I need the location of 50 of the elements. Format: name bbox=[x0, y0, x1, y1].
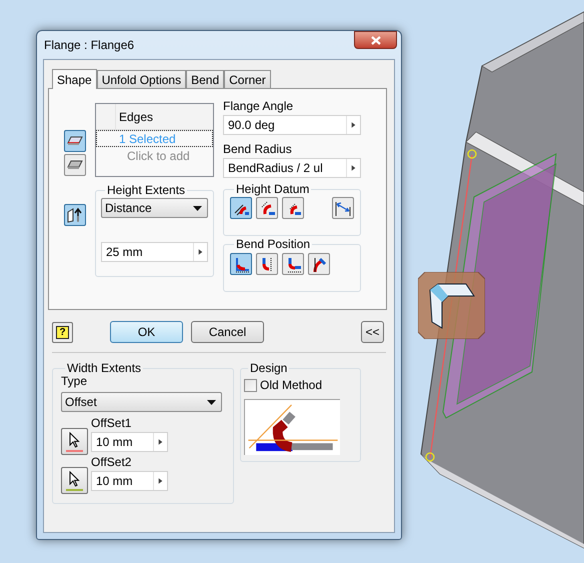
offset-field[interactable]: 10 mm bbox=[91, 432, 168, 452]
dropdown[interactable]: Distance bbox=[101, 198, 208, 218]
group-title: Height Datum bbox=[235, 183, 310, 195]
caret-icon bbox=[207, 400, 216, 404]
flip-arrows-icon bbox=[67, 207, 83, 223]
group-title: Height Extents bbox=[106, 184, 186, 196]
cursor-icon bbox=[69, 432, 80, 448]
align-button[interactable] bbox=[332, 197, 354, 219]
radius-field[interactable]: BendRadius / 2 ul bbox=[223, 158, 361, 178]
datum-button[interactable] bbox=[282, 197, 304, 219]
angle-field[interactable]: 90.0 deg bbox=[223, 115, 361, 135]
group-title: Design bbox=[249, 362, 288, 374]
plate-icon bbox=[67, 160, 83, 170]
caret-icon bbox=[193, 206, 202, 210]
plate-icon bbox=[67, 136, 83, 146]
checkbox[interactable] bbox=[244, 378, 257, 392]
cursor-icon bbox=[69, 470, 80, 486]
group-title: Width Extents bbox=[66, 362, 142, 374]
window-title: Flange : Flange6 bbox=[44, 37, 136, 54]
datum-button[interactable] bbox=[230, 197, 252, 219]
bend-position-button[interactable] bbox=[308, 253, 330, 275]
checkbox-label: Old Method bbox=[260, 377, 322, 394]
dropdown[interactable]: Offset bbox=[61, 392, 222, 412]
offset-field[interactable]: 10 mm bbox=[91, 471, 168, 491]
close-button[interactable] bbox=[354, 31, 397, 49]
height-field[interactable]: 25 mm bbox=[101, 242, 208, 262]
tab[interactable]: Unfold Options bbox=[96, 70, 186, 88]
help-button[interactable]: ? bbox=[52, 322, 73, 342]
field-label: OffSet1 bbox=[91, 416, 132, 430]
tab[interactable]: Bend bbox=[186, 70, 224, 88]
close-icon bbox=[370, 36, 380, 44]
flip-button[interactable] bbox=[64, 204, 86, 226]
group-title: Bend Position bbox=[235, 238, 312, 250]
ok-button[interactable]: OK bbox=[110, 321, 183, 343]
edge-mode-button[interactable] bbox=[64, 154, 86, 176]
field-label: OffSet2 bbox=[91, 455, 132, 469]
tab[interactable]: Shape bbox=[52, 69, 97, 89]
cancel-button[interactable]: Cancel bbox=[191, 321, 264, 343]
collapse-button[interactable]: << bbox=[361, 321, 384, 343]
dimension-icon bbox=[334, 199, 352, 217]
tab[interactable]: Corner bbox=[224, 70, 271, 88]
field-label: Type bbox=[61, 374, 88, 388]
flange-glyph-icon[interactable] bbox=[418, 272, 485, 339]
select-button[interactable] bbox=[61, 428, 88, 455]
edge-mode-button[interactable] bbox=[64, 130, 86, 152]
field-label: Flange Angle bbox=[223, 99, 294, 113]
select-button[interactable] bbox=[61, 467, 88, 494]
field-label: Bend Radius bbox=[223, 142, 293, 156]
column-header: Edges bbox=[118, 108, 154, 126]
datum-button[interactable] bbox=[256, 197, 278, 219]
